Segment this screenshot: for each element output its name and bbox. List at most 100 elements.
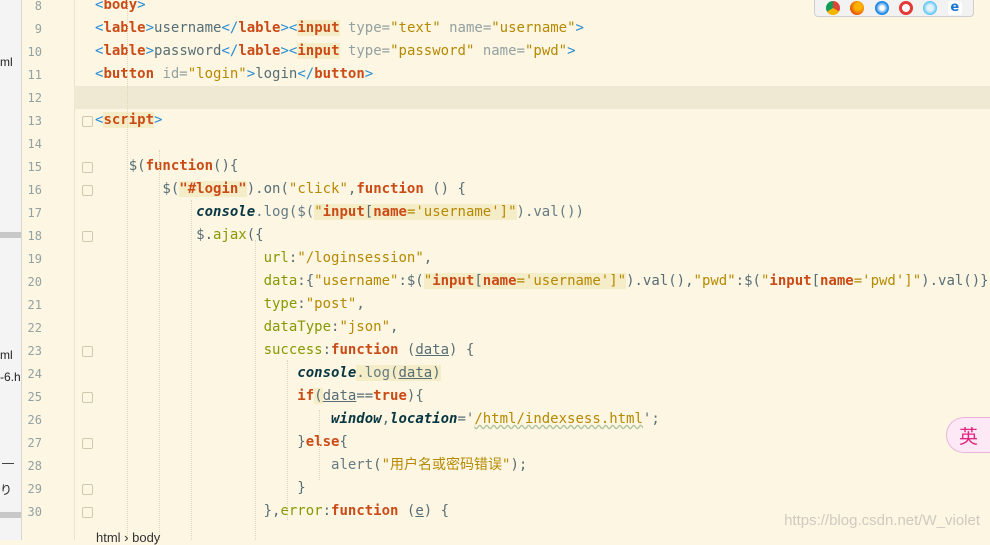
code-line[interactable]: $.ajax({ <box>74 224 990 247</box>
code-token: url <box>263 250 289 266</box>
line-number: 30 <box>27 505 42 519</box>
code-token: name <box>820 273 854 289</box>
code-line[interactable]: <lable>password</lable><input type="pass… <box>74 40 990 63</box>
code-token: data <box>415 342 450 358</box>
code-token: input <box>769 273 812 289</box>
code-line[interactable]: <script> <box>74 109 990 132</box>
code-line[interactable]: $("#login").on("click",function () { <box>74 178 990 201</box>
code-token: ){ <box>406 388 424 404</box>
code-token: > <box>575 20 584 36</box>
line-number: 17 <box>27 206 42 220</box>
code-token: </ <box>221 20 239 36</box>
code-token: .log( <box>356 365 399 381</box>
project-file-fragment[interactable]: -6.h <box>0 370 21 384</box>
code-token: [ <box>811 273 820 289</box>
code-line[interactable] <box>74 86 990 109</box>
code-line[interactable]: <button id="login">login</button> <box>74 63 990 86</box>
code-line[interactable]: console.log(data) <box>74 362 990 385</box>
code-token: : <box>297 296 306 312</box>
code-token: name <box>373 204 407 220</box>
code-token: [ <box>474 273 483 289</box>
code-line[interactable]: }else{ <box>74 431 990 454</box>
code-token: > <box>145 43 155 59</box>
code-token: name <box>482 273 517 289</box>
code-line[interactable] <box>74 132 990 155</box>
opera-icon[interactable] <box>899 1 914 15</box>
code-token: > <box>364 66 374 82</box>
edge-icon[interactable]: e <box>947 1 962 15</box>
code-token: type= <box>339 20 391 36</box>
code-line-text: url:"/loginsession", <box>95 247 433 270</box>
code-token: $( <box>95 181 180 197</box>
watermark: https://blog.csdn.net/W_violet <box>784 512 980 529</box>
code-token: type <box>263 296 298 312</box>
code-token: success <box>263 342 323 358</box>
code-token: > <box>145 20 155 36</box>
code-token: "username" <box>314 273 399 289</box>
line-number: 12 <box>27 91 42 105</box>
firefox-icon[interactable] <box>850 1 865 15</box>
ime-language-indicator[interactable]: 英 <box>946 417 990 453</box>
code-line-text: <lable>password</lable><input type="pass… <box>95 40 576 63</box>
code-line[interactable]: <lable>username</lable><input type="text… <box>74 17 990 40</box>
code-token: > <box>137 0 146 13</box>
code-line-text: $("#login").on("click",function () { <box>95 178 466 201</box>
code-line[interactable]: console.log($("input[name='username']").… <box>74 201 990 224</box>
code-token: ); <box>510 457 528 473</box>
code-token: "login" <box>187 66 247 82</box>
code-token: == <box>356 388 374 404</box>
code-editor[interactable]: <body> <lable>username</lable><input type… <box>74 0 990 540</box>
code-token: , <box>423 250 433 266</box>
code-token: e <box>415 503 424 519</box>
code-token: input <box>297 43 340 59</box>
code-token: id= <box>154 66 188 82</box>
safari-icon[interactable] <box>874 1 889 15</box>
line-number-gutter[interactable]: 8 9 10 11 12 13 14 15 16 17 18 19 20 21 22 23 24 25 26 27 28… <box>22 0 93 540</box>
code-token: " <box>423 273 433 289</box>
line-number: 21 <box>27 298 42 312</box>
code-line[interactable]: data:{"username":$("input[name='username… <box>74 270 990 293</box>
code-line[interactable]: dataType:"json", <box>74 316 990 339</box>
code-token: "text" <box>390 20 441 36</box>
line-number: 19 <box>27 252 42 266</box>
chrome-icon[interactable] <box>826 1 841 15</box>
code-line[interactable]: } <box>74 477 990 500</box>
code-token: ( <box>314 388 323 404</box>
code-line-text: }else{ <box>95 431 348 454</box>
code-token: name= <box>440 20 492 36</box>
code-token: "#login" <box>179 181 247 197</box>
code-token: :$( <box>398 273 424 289</box>
code-line-text: console.log(data) <box>95 362 441 385</box>
code-token: > <box>154 112 163 128</box>
code-line[interactable]: type:"post", <box>74 293 990 316</box>
indent-guide <box>159 150 160 540</box>
line-number: 10 <box>27 45 42 59</box>
code-line[interactable]: alert("用户名或密码错误"); <box>74 454 990 477</box>
panel-divider <box>0 512 21 518</box>
code-token: ( <box>398 342 416 358</box>
code-line-text: <script> <box>95 109 162 132</box>
code-line[interactable]: success:function (data) { <box>74 339 990 362</box>
code-line-text: window,location='/html/indexsess.html'; <box>95 408 660 431</box>
panel-minimize-icon[interactable] <box>2 463 14 464</box>
project-file-fragment[interactable]: ml <box>0 348 13 362</box>
line-number: 16 <box>27 183 42 197</box>
code-line[interactable]: window,location='/html/indexsess.html'; <box>74 408 990 431</box>
project-file-fragment[interactable]: ml <box>0 55 13 69</box>
code-token: [ <box>364 204 374 220</box>
line-number: 20 <box>27 275 42 289</box>
code-line[interactable]: if(data==true){ <box>74 385 990 408</box>
ie-icon[interactable] <box>923 1 938 15</box>
code-token: dataType <box>263 319 332 335</box>
code-line[interactable]: $(function(){ <box>74 155 990 178</box>
code-line[interactable]: url:"/loginsession", <box>74 247 990 270</box>
code-token: </ <box>297 66 315 82</box>
code-token: > <box>280 20 289 36</box>
code-token: (){ <box>213 158 239 174</box>
code-token: name= <box>474 43 525 59</box>
breadcrumb[interactable]: html › body <box>96 530 160 545</box>
code-token: "用户名或密码错误" <box>381 457 511 473</box>
